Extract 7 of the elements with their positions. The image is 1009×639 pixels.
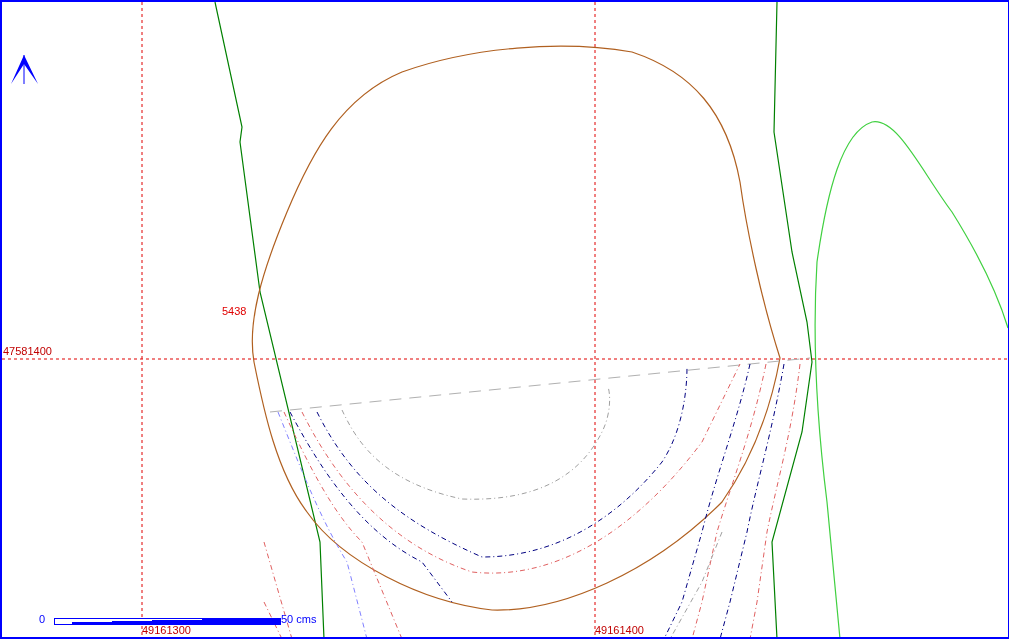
- scale-label: 0: [39, 613, 46, 625]
- feature-label: 5438: [222, 305, 247, 317]
- north-arrow-icon: [11, 54, 38, 85]
- grid-coordinate-label: 49161300: [142, 624, 191, 636]
- grid-coordinate-label: 49161400: [595, 624, 644, 636]
- grid-coordinate-label: 47581400: [3, 345, 52, 357]
- scale-label: 50 cms: [281, 613, 317, 625]
